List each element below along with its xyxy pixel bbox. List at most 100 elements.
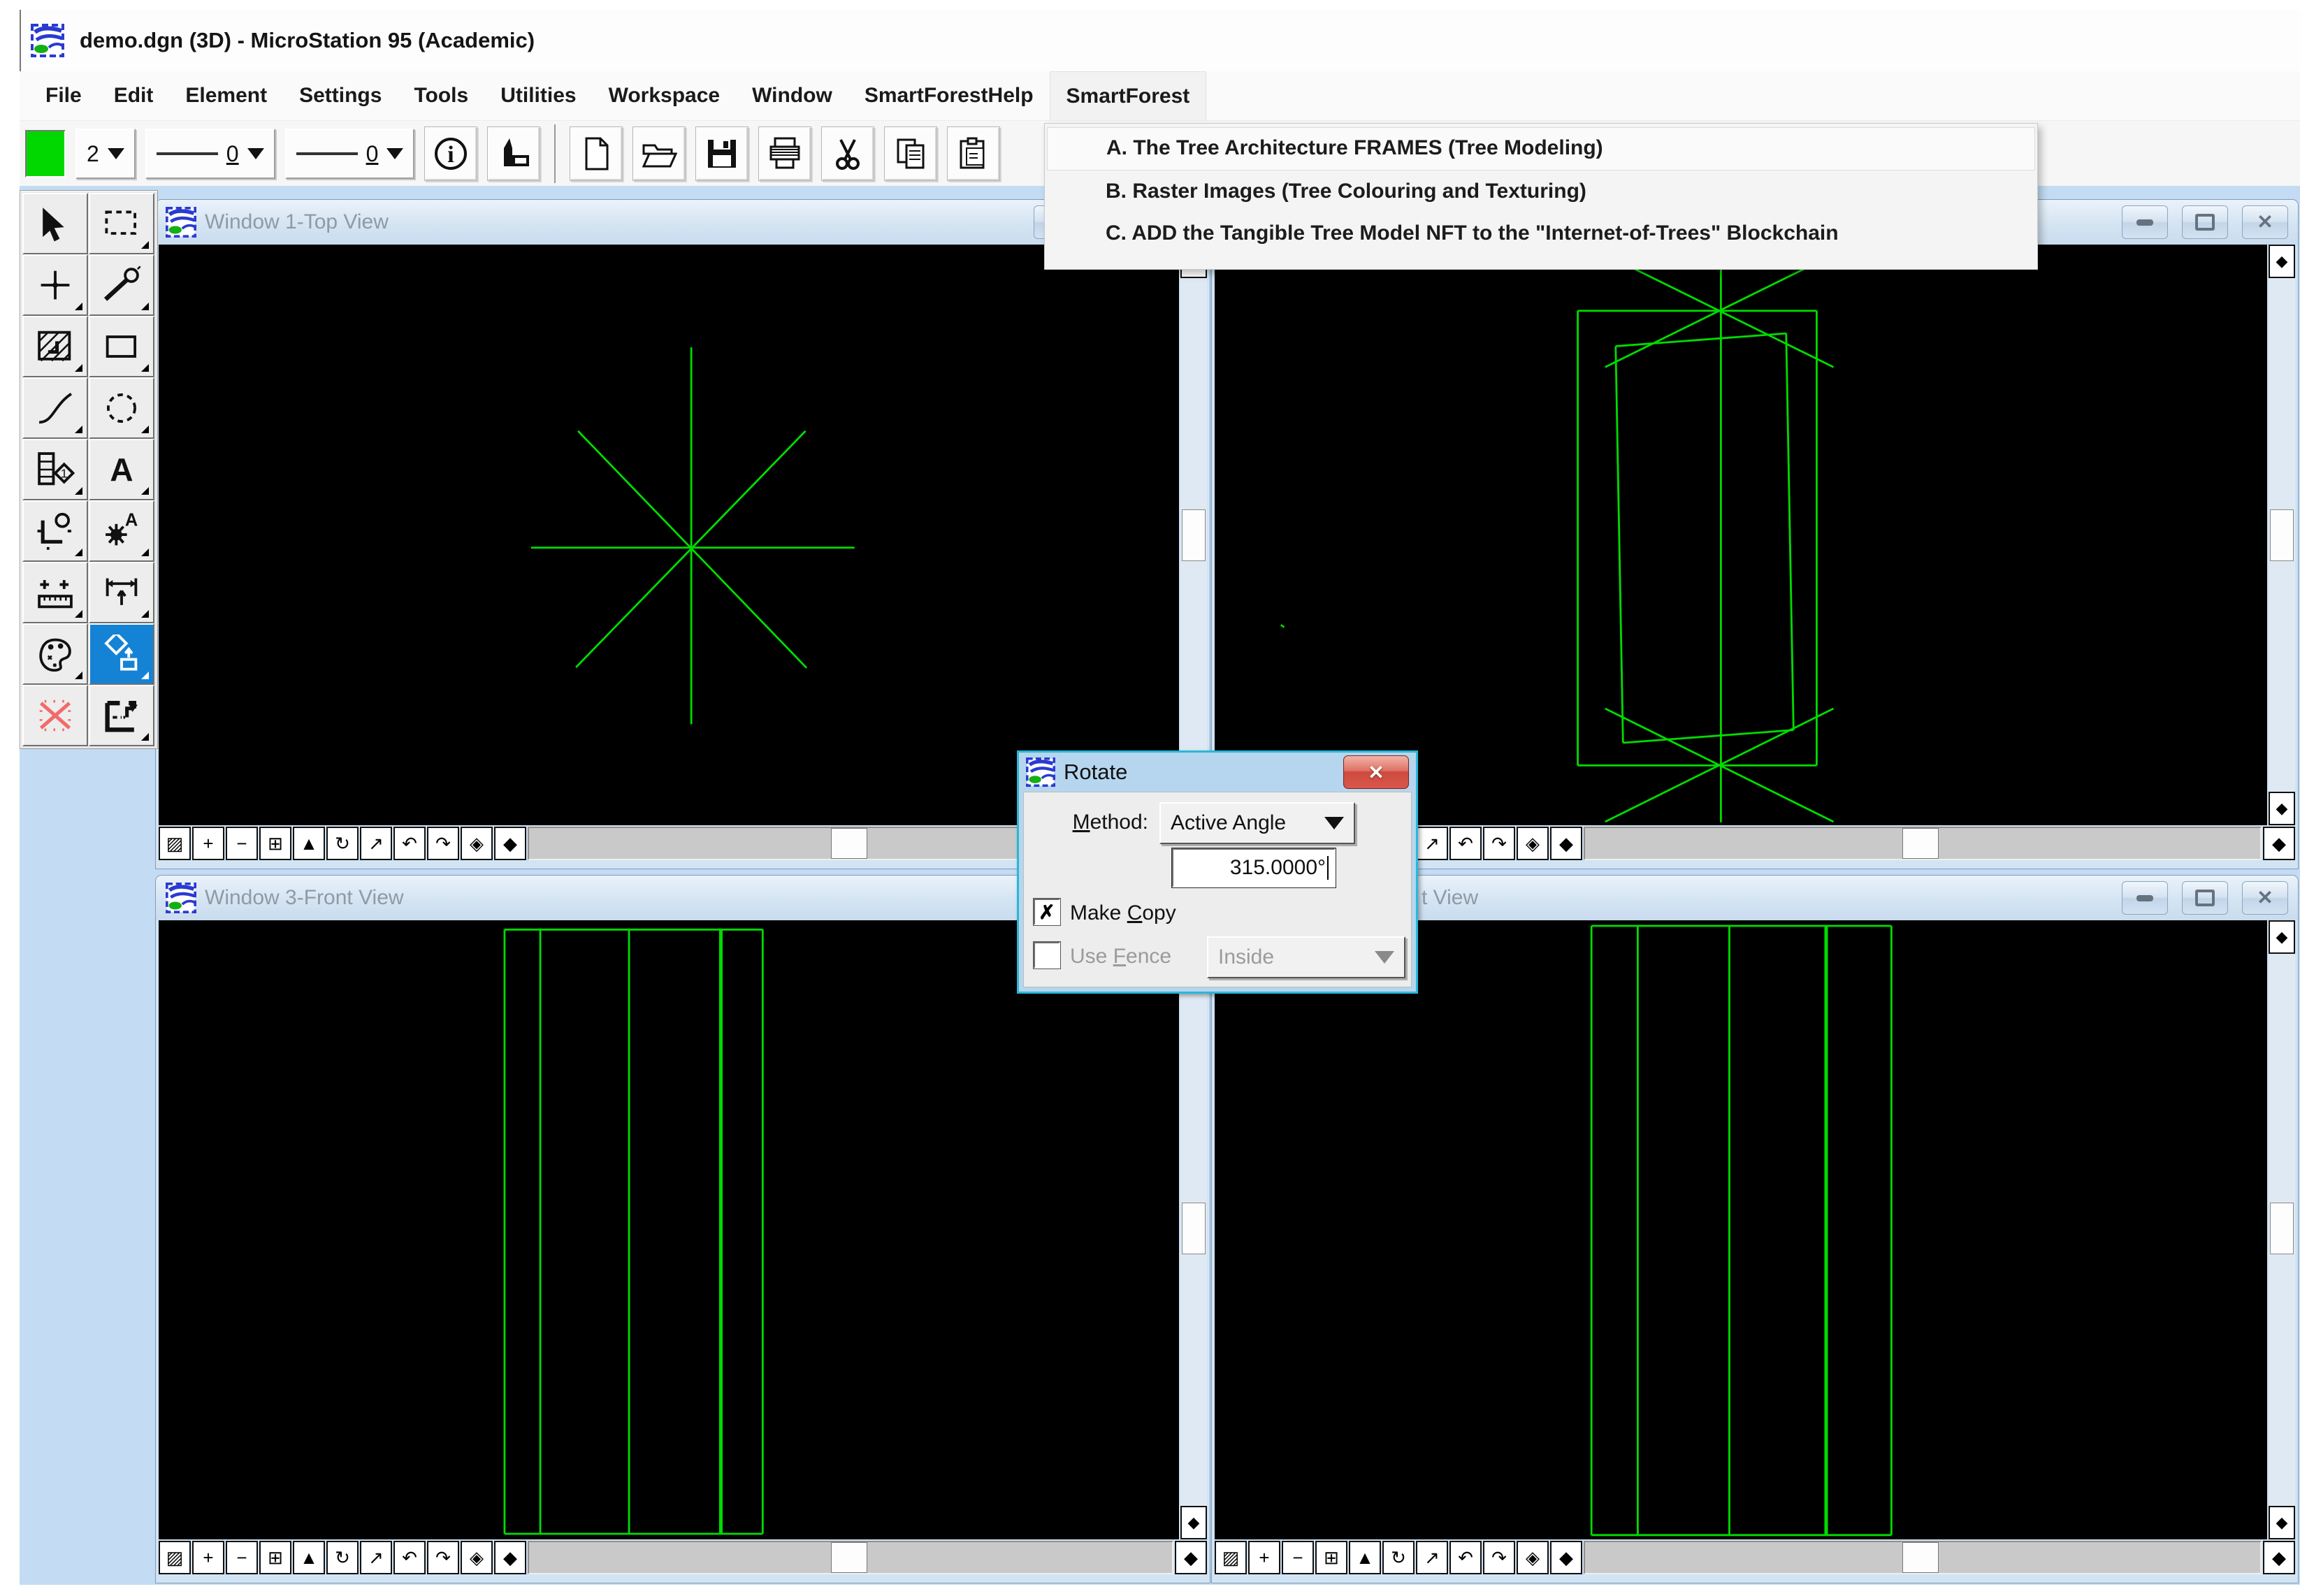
scroll-down-button[interactable]: ◆ — [2269, 792, 2295, 825]
tool-element-selection[interactable] — [22, 193, 88, 254]
render-view-button[interactable]: ◈ — [461, 1541, 493, 1574]
use-fence-checkbox[interactable] — [1034, 942, 1060, 969]
rotate-view-button[interactable]: ↻ — [1382, 1541, 1415, 1574]
window-1-canvas[interactable] — [159, 245, 1179, 825]
fit-view-button[interactable]: ▲ — [293, 827, 325, 860]
vertical-scroll-thumb[interactable] — [1182, 509, 1206, 561]
save-button[interactable] — [695, 126, 748, 181]
scroll-up-button[interactable]: ◆ — [2269, 920, 2295, 954]
view-previous-button[interactable]: ↶ — [393, 1541, 426, 1574]
tool-drop-element[interactable] — [22, 500, 88, 562]
minimize-button[interactable] — [2122, 881, 2168, 915]
update-view-button[interactable]: ▨ — [159, 1541, 191, 1574]
scroll-right-button[interactable]: ◆ — [2263, 1541, 2295, 1574]
horizontal-scroll-thumb[interactable] — [1902, 1542, 1939, 1573]
rotate-view-button[interactable]: ↻ — [326, 1541, 359, 1574]
window-2-canvas[interactable] — [1215, 245, 2267, 825]
render-view-button[interactable]: ◈ — [1517, 1541, 1549, 1574]
horizontal-scroll-track[interactable] — [1584, 827, 2262, 860]
menu-file[interactable]: File — [29, 71, 98, 120]
maximize-button[interactable] — [2182, 205, 2228, 239]
make-copy-checkbox[interactable]: ✗ — [1034, 899, 1060, 925]
tool-manipulate-element[interactable] — [89, 623, 154, 685]
tool-change-attributes[interactable] — [22, 623, 88, 685]
scroll-up-button[interactable]: ◆ — [2269, 245, 2295, 278]
menu-settings[interactable]: Settings — [283, 71, 398, 120]
fence-mode-dropdown[interactable]: Inside — [1207, 936, 1405, 978]
vertical-scrollbar[interactable]: ◆ ◆ — [1180, 245, 1207, 825]
tool-construct-line[interactable] — [89, 254, 154, 316]
tool-delete-element[interactable] — [22, 685, 88, 746]
update-view-button[interactable]: ▨ — [159, 827, 191, 860]
vertical-scroll-thumb[interactable] — [2270, 509, 2294, 561]
angle-input[interactable]: 315.0000° — [1172, 848, 1336, 887]
element-information-button[interactable]: i — [424, 126, 477, 181]
vertical-scrollbar[interactable]: ◆ ◆ — [1180, 920, 1207, 1539]
copy-button[interactable] — [884, 126, 937, 181]
menu-item-tree-architecture[interactable]: A. The Tree Architecture FRAMES (Tree Mo… — [1047, 127, 2035, 171]
vertical-scroll-track[interactable] — [1180, 278, 1207, 792]
tool-fence[interactable] — [89, 193, 154, 254]
vertical-scroll-thumb[interactable] — [1182, 1203, 1206, 1254]
fit-view-button[interactable]: ▲ — [293, 1541, 325, 1574]
zoom-out-button[interactable]: − — [226, 827, 258, 860]
cut-button[interactable] — [821, 126, 874, 181]
app-title-bar[interactable]: demo.dgn (3D) - MicroStation 95 (Academi… — [20, 10, 2300, 71]
zoom-in-button[interactable]: + — [1248, 1541, 1280, 1574]
view-next-button[interactable]: ↷ — [427, 1541, 459, 1574]
menu-window[interactable]: Window — [736, 71, 848, 120]
menu-smartforest[interactable]: SmartForest — [1050, 71, 1207, 120]
vertical-scroll-track[interactable] — [2269, 278, 2295, 792]
scroll-down-button[interactable]: ◆ — [1180, 1506, 1207, 1539]
horizontal-scroll-thumb[interactable] — [1902, 828, 1939, 859]
minimize-button[interactable] — [2122, 205, 2168, 239]
window-3-canvas[interactable] — [159, 920, 1179, 1539]
tool-ellipses[interactable] — [89, 377, 154, 439]
fit-view-button[interactable]: ▲ — [1349, 1541, 1381, 1574]
scroll-right-button[interactable]: ◆ — [1175, 1541, 1207, 1574]
close-button[interactable]: ✕ — [2242, 205, 2288, 239]
tool-polygons[interactable] — [89, 316, 154, 377]
pan-view-button[interactable]: ↗ — [1416, 1541, 1448, 1574]
line-style-dropdown-2[interactable]: 0 — [285, 129, 415, 179]
scroll-left-button[interactable]: ◆ — [494, 827, 526, 860]
render-view-button[interactable]: ◈ — [461, 827, 493, 860]
view-next-button[interactable]: ↷ — [427, 827, 459, 860]
menu-item-raster-images[interactable]: B. Raster Images (Tree Colouring and Tex… — [1047, 171, 2035, 212]
window-area-button[interactable]: ⊞ — [1315, 1541, 1347, 1574]
rotate-view-button[interactable]: ↻ — [326, 827, 359, 860]
tool-dimensions[interactable] — [89, 562, 154, 623]
horizontal-scroll-thumb[interactable] — [831, 828, 867, 859]
menu-utilities[interactable]: Utilities — [484, 71, 592, 120]
dialog-close-button[interactable]: ✕ — [1343, 755, 1409, 789]
view-next-button[interactable]: ↷ — [1483, 1541, 1515, 1574]
new-file-button[interactable] — [570, 126, 623, 181]
vertical-scroll-track[interactable] — [1180, 954, 1207, 1506]
pan-view-button[interactable]: ↗ — [360, 1541, 392, 1574]
pan-view-button[interactable]: ↗ — [360, 827, 392, 860]
tool-points[interactable] — [22, 254, 88, 316]
zoom-in-button[interactable]: + — [192, 827, 224, 860]
plot-button[interactable] — [487, 126, 540, 181]
scroll-left-button[interactable]: ◆ — [1550, 827, 1582, 860]
tool-cells[interactable]: 1 — [22, 439, 88, 500]
rotate-dialog-title-bar[interactable]: Rotate ✕ — [1019, 753, 1416, 792]
menu-item-add-nft[interactable]: C. ADD the Tangible Tree Model NFT to th… — [1047, 212, 2035, 254]
tool-text[interactable]: A — [89, 439, 154, 500]
method-dropdown[interactable]: Active Angle — [1159, 802, 1355, 844]
horizontal-scroll-track[interactable] — [1584, 1541, 2262, 1574]
paste-button[interactable] — [947, 126, 1000, 181]
horizontal-scroll-thumb[interactable] — [831, 1542, 867, 1573]
scroll-left-button[interactable]: ◆ — [494, 1541, 526, 1574]
scroll-down-button[interactable]: ◆ — [2269, 1506, 2295, 1539]
print-button[interactable] — [758, 126, 811, 181]
tool-measure[interactable] — [22, 562, 88, 623]
horizontal-scroll-track[interactable] — [528, 1541, 1173, 1574]
close-button[interactable]: ✕ — [2242, 881, 2288, 915]
zoom-out-button[interactable]: − — [226, 1541, 258, 1574]
menu-tools[interactable]: Tools — [398, 71, 484, 120]
render-view-button[interactable]: ◈ — [1517, 827, 1549, 860]
menu-element[interactable]: Element — [169, 71, 283, 120]
maximize-button[interactable] — [2182, 881, 2228, 915]
window-area-button[interactable]: ⊞ — [259, 1541, 291, 1574]
